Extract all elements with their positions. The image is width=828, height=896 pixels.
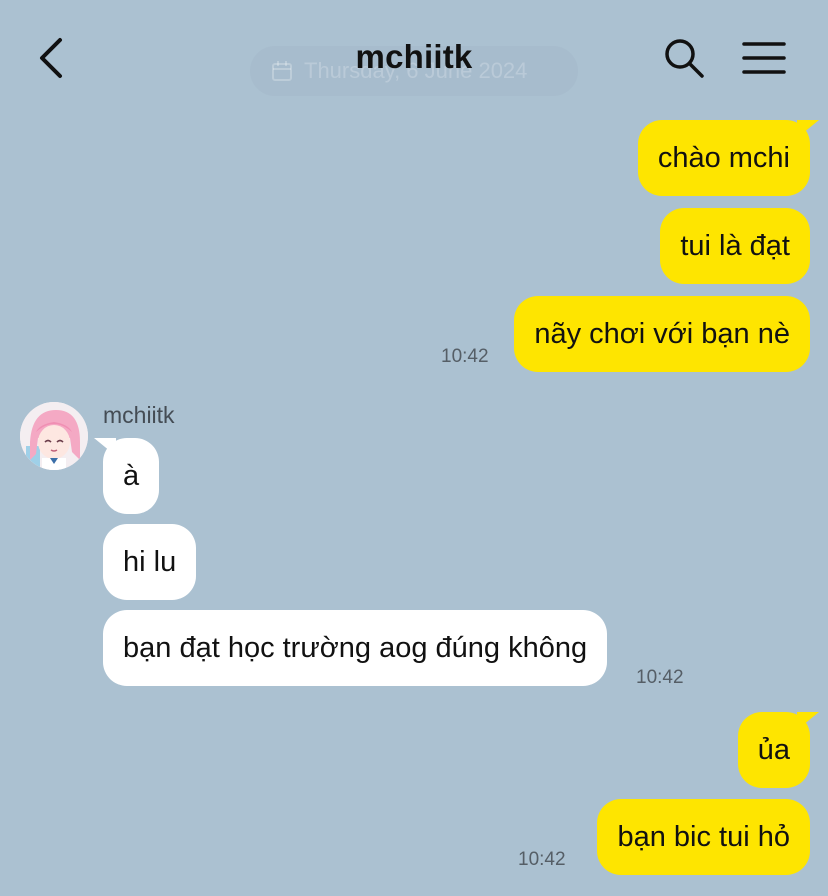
menu-icon	[742, 42, 786, 74]
menu-button[interactable]	[742, 40, 786, 76]
sender-name: mchiitk	[103, 402, 175, 428]
message-bubble-sent[interactable]: nãy chơi với bạn nè	[514, 296, 810, 372]
avatar[interactable]	[20, 402, 88, 470]
search-icon	[665, 39, 704, 78]
message-timestamp: 10:42	[441, 346, 489, 367]
avatar-image	[20, 402, 88, 470]
message-timestamp: 10:42	[636, 667, 684, 688]
message-bubble-sent[interactable]: tui là đạt	[660, 208, 810, 284]
message-bubble-received[interactable]: bạn đạt học trường aog đúng không	[103, 610, 608, 686]
message-bubble-sent[interactable]: bạn bic tui hỏ	[597, 799, 810, 875]
message-bubble-received[interactable]: hi lu	[103, 524, 197, 600]
message-timestamp: 10:42	[518, 849, 566, 870]
message-bubble-sent[interactable]: chào mchi	[637, 120, 820, 196]
message-bubble-received[interactable]: à	[93, 438, 160, 514]
chat-header: Thursday, 6 June 2024 mchiitk	[0, 0, 828, 118]
message-bubble-sent[interactable]: ủa	[737, 712, 820, 788]
search-button[interactable]	[662, 36, 706, 80]
